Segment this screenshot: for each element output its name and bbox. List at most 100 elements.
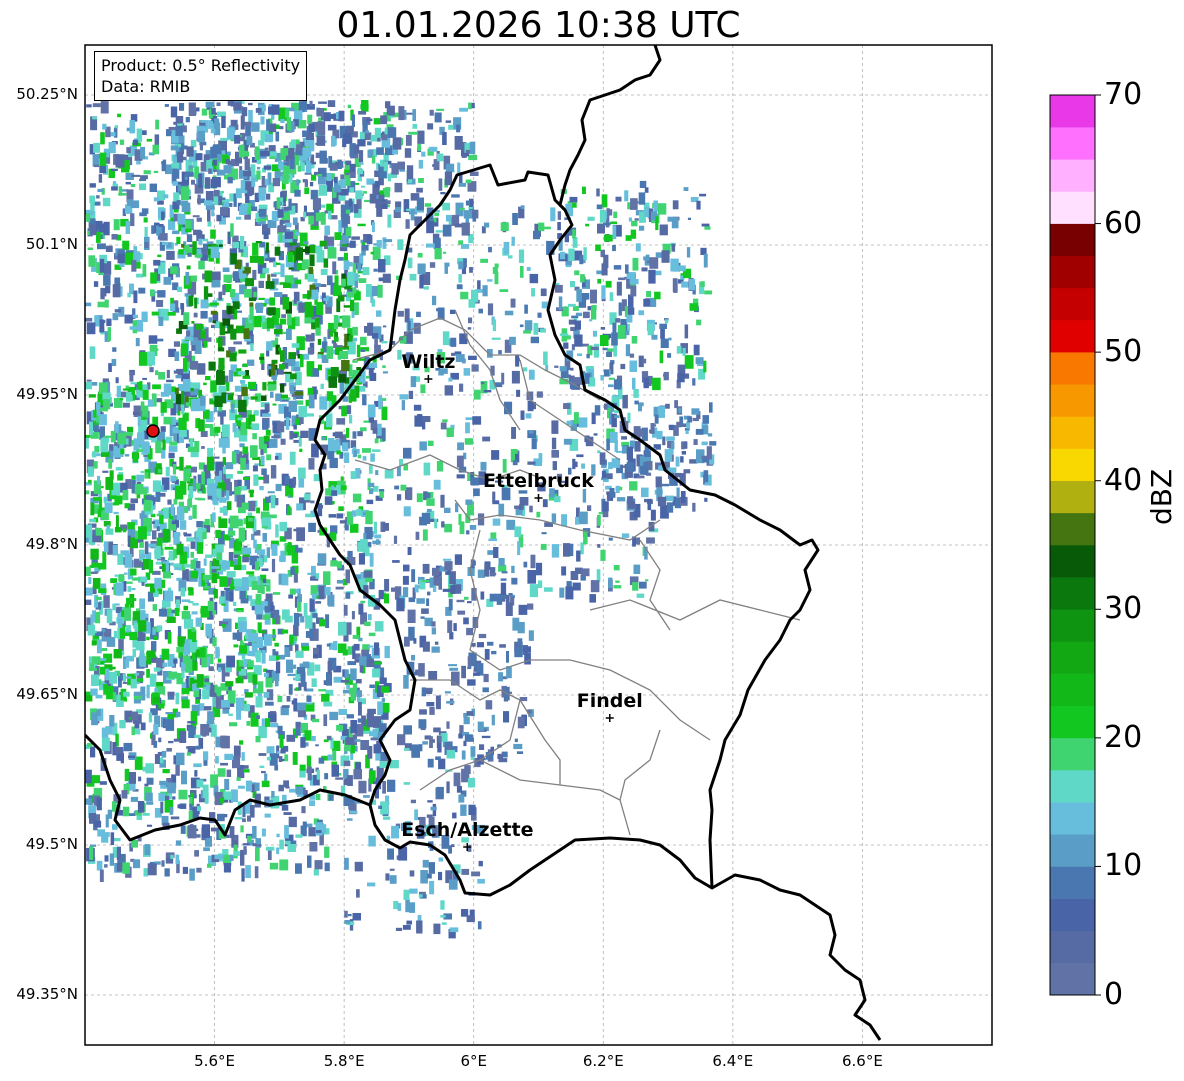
radar-echo-pixel (264, 178, 269, 186)
radar-echo-pixel (377, 701, 383, 716)
radar-echo-pixel (204, 270, 213, 283)
radar-echo-pixel (581, 293, 590, 300)
radar-echo-pixel (572, 582, 581, 591)
radar-echo-pixel (254, 146, 260, 160)
radar-echo-pixel (440, 915, 446, 918)
radar-echo-pixel (139, 542, 144, 548)
radar-echo-pixel (156, 682, 164, 687)
radar-echo-pixel (613, 211, 618, 219)
radar-echo-pixel (300, 674, 305, 687)
radar-echo-pixel (225, 159, 230, 165)
radar-echo-pixel (638, 192, 646, 205)
radar-echo-pixel (199, 647, 206, 658)
radar-echo-pixel (673, 279, 678, 293)
radar-echo-pixel (593, 330, 597, 337)
radar-echo-pixel (429, 109, 434, 116)
radar-echo-pixel (146, 669, 150, 678)
radar-echo-pixel (248, 500, 256, 512)
radar-echo-pixel (392, 137, 402, 150)
radar-echo-pixel (438, 857, 444, 862)
radar-echo-pixel (523, 367, 528, 372)
radar-echo-pixel (198, 490, 202, 494)
radar-echo-pixel (316, 108, 324, 117)
radar-echo-pixel (215, 756, 219, 764)
radar-echo-pixel (189, 868, 195, 881)
radar-echo-pixel (628, 307, 635, 315)
radar-echo-pixel (280, 750, 286, 754)
radar-echo-pixel (266, 579, 271, 592)
radar-echo-pixel (310, 189, 318, 200)
radar-echo-pixel (294, 547, 303, 553)
radar-echo-pixel (404, 308, 410, 323)
radar-echo-pixel (358, 780, 367, 794)
radar-echo-pixel (147, 863, 157, 876)
radar-echo-pixel (152, 384, 161, 390)
radar-echo-pixel (316, 250, 325, 263)
radar-echo-pixel (420, 384, 426, 394)
radar-echo-pixel (222, 466, 226, 474)
radar-echo-pixel (520, 410, 525, 420)
radar-echo-pixel (321, 824, 327, 834)
radar-echo-pixel (324, 773, 329, 780)
radar-echo-pixel (384, 469, 394, 479)
radar-echo-pixel (286, 696, 291, 702)
radar-echo-pixel (621, 533, 630, 538)
radar-echo-pixel (143, 868, 149, 877)
radar-echo-pixel (645, 579, 649, 582)
radar-echo-pixel (294, 189, 301, 197)
radar-echo-pixel (562, 335, 571, 340)
radar-echo-pixel (563, 342, 569, 349)
radar-echo-pixel (279, 126, 284, 130)
radar-echo-pixel (652, 377, 661, 391)
radar-echo-pixel (613, 345, 617, 357)
radar-echo-pixel (220, 137, 229, 141)
radar-echo-pixel (261, 468, 267, 475)
radar-echo-pixel (315, 317, 320, 328)
radar-echo-pixel (96, 232, 101, 243)
radar-echo-pixel (245, 865, 251, 878)
radar-echo-pixel (240, 457, 246, 470)
radar-echo-pixel (275, 524, 279, 538)
radar-echo-pixel (259, 356, 265, 360)
radar-echo-pixel (443, 251, 447, 254)
radar-echo-pixel (211, 566, 220, 569)
radar-echo-pixel (191, 611, 198, 615)
radar-echo-pixel (446, 721, 450, 729)
radar-echo-pixel (308, 394, 315, 409)
radar-echo-pixel (700, 281, 705, 287)
radar-echo-pixel (465, 417, 473, 420)
radar-echo-pixel (629, 279, 639, 285)
radar-echo-pixel (255, 696, 263, 708)
radar-echo-pixel (152, 480, 161, 492)
radar-echo-pixel (519, 504, 524, 510)
radar-echo-pixel (601, 470, 607, 479)
radar-echo-pixel (295, 231, 301, 236)
radar-echo-pixel (151, 225, 155, 234)
radar-echo-pixel (140, 146, 146, 159)
radar-echo-pixel (373, 744, 382, 754)
radar-echo-pixel (382, 371, 388, 374)
radar-echo-pixel (316, 135, 326, 146)
radar-echo-pixel (485, 700, 493, 710)
radar-echo-pixel (156, 398, 163, 403)
radar-echo-pixel (704, 497, 708, 502)
radar-echo-pixel (223, 600, 229, 612)
radar-echo-pixel (290, 385, 295, 394)
radar-echo-pixel (184, 396, 189, 403)
radar-echo-pixel (276, 847, 280, 855)
radar-echo-pixel (162, 439, 166, 450)
radar-echo-pixel (185, 117, 190, 123)
radar-echo-pixel (183, 643, 190, 655)
radar-echo-pixel (132, 598, 137, 601)
radar-echo-pixel (309, 800, 315, 806)
radar-echo-pixel (364, 326, 369, 333)
radar-echo-pixel (709, 441, 717, 446)
radar-echo-pixel (179, 103, 185, 111)
radar-echo-pixel (141, 416, 147, 420)
radar-echo-pixel (454, 223, 463, 228)
radar-echo-pixel (152, 144, 159, 155)
radar-echo-pixel (277, 695, 283, 703)
radar-echo-pixel (371, 333, 379, 339)
radar-echo-pixel (226, 474, 233, 479)
radar-echo-pixel (383, 325, 387, 328)
